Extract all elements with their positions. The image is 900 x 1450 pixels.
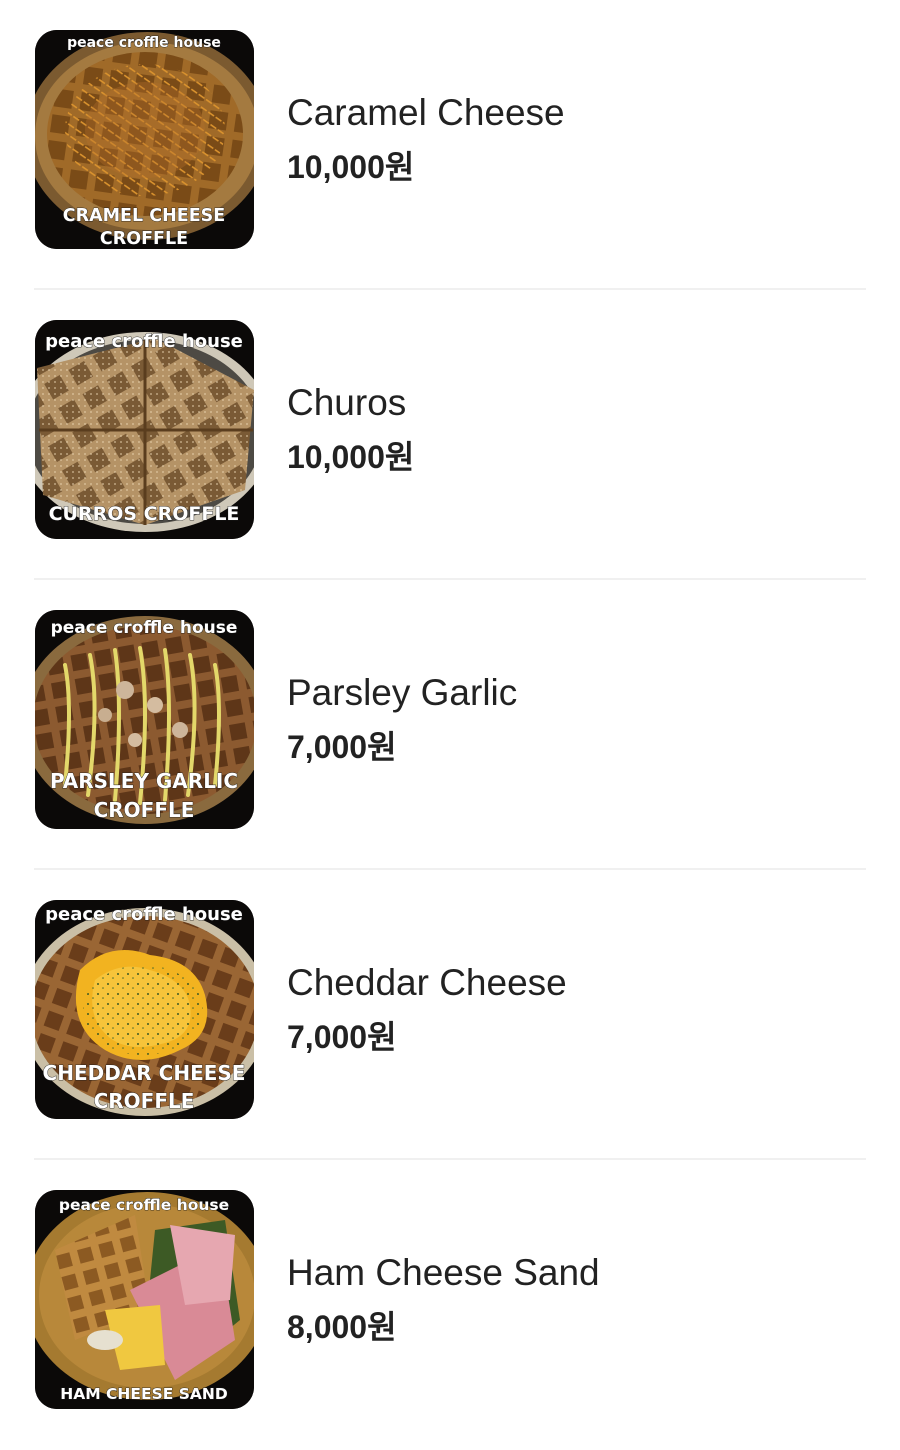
menu-item-caramel-cheese[interactable]: peace croffle house CRAMEL CHEESE CROFFL…	[34, 0, 866, 290]
photo-bottom-caption: CURROS CROFFLE	[49, 503, 240, 525]
menu-item-name: Ham Cheese Sand	[287, 1252, 600, 1293]
menu-item-photo[interactable]: peace croffle house CRAMEL CHEESE CROFFL…	[35, 30, 254, 249]
menu-item-price: 8,000원	[287, 1309, 397, 1345]
menu-list: peace croffle house CRAMEL CHEESE CROFFL…	[0, 0, 900, 1450]
menu-item-price: 10,000원	[287, 149, 415, 185]
menu-item-photo[interactable]: peace croffle house HAM CHEESE SAND	[35, 1190, 254, 1409]
menu-item-price: 7,000원	[287, 729, 397, 765]
menu-item-photo[interactable]: peace croffle house CURROS CROFFLE	[35, 320, 254, 539]
menu-item-name: Cheddar Cheese	[287, 962, 567, 1003]
photo-top-caption: peace croffle house	[59, 1196, 229, 1214]
menu-item-name: Churos	[287, 382, 407, 423]
menu-item-ham-cheese-sand[interactable]: peace croffle house HAM CHEESE SAND Ham …	[34, 1160, 866, 1450]
photo-bottom-caption: HAM CHEESE SAND	[60, 1385, 228, 1403]
menu-item-price: 10,000원	[287, 439, 415, 475]
photo-bottom-caption-2: CROFFLE	[100, 229, 188, 249]
photo-top-caption: peace croffle house	[51, 618, 238, 638]
menu-item-name: Caramel Cheese	[287, 92, 565, 133]
photo-top-caption: peace croffle house	[45, 331, 243, 352]
photo-top-caption: peace croffle house	[67, 35, 221, 51]
menu-item-churos[interactable]: peace croffle house CURROS CROFFLE Churo…	[34, 290, 866, 580]
photo-bottom-caption-2: CROFFLE	[94, 798, 195, 822]
photo-bottom-caption-2: CROFFLE	[94, 1089, 195, 1113]
menu-item-photo[interactable]: peace croffle house CHEDDAR CHEESE CROFF…	[35, 900, 254, 1119]
menu-item-photo[interactable]: peace croffle house PARSLEY GARLIC CROFF…	[35, 610, 254, 829]
menu-item-cheddar-cheese[interactable]: peace croffle house CHEDDAR CHEESE CROFF…	[34, 870, 866, 1160]
menu-item-parsley-garlic[interactable]: peace croffle house PARSLEY GARLIC CROFF…	[34, 580, 866, 870]
menu-item-name: Parsley Garlic	[287, 672, 518, 713]
photo-bottom-caption: CRAMEL CHEESE	[63, 206, 225, 226]
photo-bottom-caption: CHEDDAR CHEESE	[43, 1061, 246, 1085]
photo-top-caption: peace croffle house	[45, 904, 243, 925]
menu-item-price: 7,000원	[287, 1019, 397, 1055]
photo-bottom-caption: PARSLEY GARLIC	[50, 769, 238, 793]
